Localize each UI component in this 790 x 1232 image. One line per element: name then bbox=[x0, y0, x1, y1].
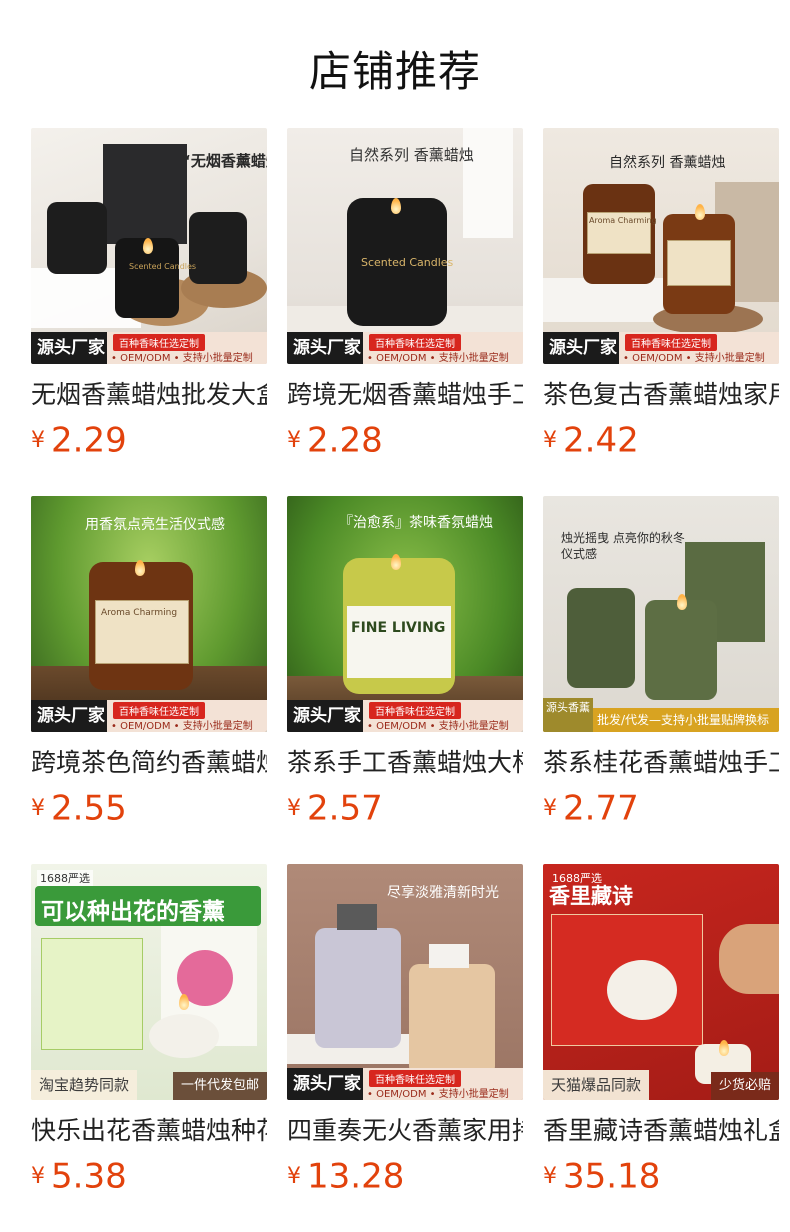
trend-label: 淘宝趋势同款 bbox=[31, 1070, 138, 1100]
product-name[interactable]: 无烟香薰蜡烛批发大盒 bbox=[31, 378, 267, 412]
product-overlay-text: 可以种出花的香薰 bbox=[41, 899, 225, 925]
jar-label: Scented Candles bbox=[129, 262, 197, 271]
factory-badge: 源头厂家 bbox=[31, 332, 111, 364]
product-price: ¥2.57 bbox=[287, 788, 383, 829]
product-card[interactable]: 烛光摇曳 点亮你的秋冬仪式感 批发/代发—支持小批量贴牌换标 源头香薰 茶系桂花… bbox=[543, 496, 779, 829]
product-price: ¥35.18 bbox=[543, 1156, 661, 1197]
product-card[interactable]: 『治愈系』茶味香氛蜡烛 FINE LIVING 源头厂家 百种香味任选定制 • … bbox=[287, 496, 523, 829]
product-price: ¥2.42 bbox=[543, 420, 639, 461]
product-overlay-text: 自然系列 香薰蜡烛 bbox=[349, 146, 474, 164]
shipping-label: 一件代发包邮 bbox=[172, 1072, 267, 1100]
product-name[interactable]: 跨境茶色简约香薰蜡烛 bbox=[31, 746, 267, 780]
product-name[interactable]: 香里藏诗香薰蜡烛礼盒 bbox=[543, 1114, 779, 1148]
product-price: ¥5.38 bbox=[31, 1156, 127, 1197]
factory-badge: 源头厂家 bbox=[287, 1068, 367, 1100]
factory-badge: 源头厂家 bbox=[543, 332, 623, 364]
jar-label: Aroma Charming bbox=[101, 608, 178, 618]
product-price: ¥2.29 bbox=[31, 420, 127, 461]
product-card[interactable]: 香里藏诗 1688严选 天猫爆品同款 少货必赔 香里藏诗香薰蜡烛礼盒 ¥35.1… bbox=[543, 864, 779, 1197]
jar-label: FINE LIVING bbox=[351, 620, 446, 636]
custom-badge: 百种香味任选定制 • OEM/ODM • 支持小批量定制 bbox=[363, 332, 523, 364]
product-card[interactable]: 用香氛点亮生活仪式感 Aroma Charming 源头厂家 百种香味任选定制 … bbox=[31, 496, 267, 829]
product-image[interactable]: 可以种出花的香薰 1688严选 淘宝趋势同款 一件代发包邮 bbox=[31, 864, 267, 1100]
product-price: ¥13.28 bbox=[287, 1156, 405, 1197]
product-price: ¥2.77 bbox=[543, 788, 639, 829]
page-title: 店铺推荐 bbox=[308, 47, 481, 96]
product-overlay-text: 用香氛点亮生活仪式感 bbox=[85, 517, 225, 533]
guarantee-label: 少货必赔 bbox=[710, 1072, 779, 1100]
product-image[interactable]: 尽享淡雅清新时光 源头厂家 百种香味任选定制 • OEM/ODM • 支持小批量… bbox=[287, 864, 523, 1100]
factory-badge: 源头厂家 bbox=[287, 332, 367, 364]
product-overlay-text: “无烟香薰蜡烛” bbox=[181, 152, 267, 170]
product-name[interactable]: 跨境无烟香薰蜡烛手工 bbox=[287, 378, 523, 412]
product-overlay-text: 尽享淡雅清新时光 bbox=[387, 885, 499, 901]
source-tag: 源头香薰 bbox=[543, 698, 593, 732]
product-name[interactable]: 茶系桂花香薰蜡烛手工 bbox=[543, 746, 779, 780]
product-overlay-text: 『治愈系』茶味香氛蜡烛 bbox=[339, 515, 493, 531]
product-image[interactable]: 自然系列 香薰蜡烛 Aroma Charming 源头厂家 百种香味任选定制 •… bbox=[543, 128, 779, 364]
product-image[interactable]: 香里藏诗 1688严选 天猫爆品同款 少货必赔 bbox=[543, 864, 779, 1100]
corner-tag: 1688严选 bbox=[552, 872, 602, 885]
product-card[interactable]: 可以种出花的香薰 1688严选 淘宝趋势同款 一件代发包邮 快乐出花香薰蜡烛种花… bbox=[31, 864, 267, 1197]
jar-label: Scented Candles bbox=[361, 256, 454, 269]
custom-badge: 百种香味任选定制 • OEM/ODM • 支持小批量定制 bbox=[363, 1068, 523, 1100]
trend-label: 天猫爆品同款 bbox=[543, 1070, 650, 1100]
jar-label: Aroma Charming bbox=[589, 216, 657, 225]
product-card[interactable]: 自然系列 香薰蜡烛 Scented Candles 源头厂家 百种香味任选定制 … bbox=[287, 128, 523, 461]
product-name[interactable]: 茶色复古香薰蜡烛家用 bbox=[543, 378, 779, 412]
custom-badge: 百种香味任选定制 • OEM/ODM • 支持小批量定制 bbox=[619, 332, 779, 364]
product-price: ¥2.55 bbox=[31, 788, 127, 829]
custom-badge: 百种香味任选定制 • OEM/ODM • 支持小批量定制 bbox=[107, 332, 267, 364]
product-image[interactable]: 自然系列 香薰蜡烛 Scented Candles 源头厂家 百种香味任选定制 … bbox=[287, 128, 523, 364]
product-overlay-text: 烛光摇曳 点亮你的秋冬仪式感 bbox=[561, 531, 685, 561]
product-card[interactable]: 尽享淡雅清新时光 源头厂家 百种香味任选定制 • OEM/ODM • 支持小批量… bbox=[287, 864, 523, 1197]
product-card[interactable]: 自然系列 香薰蜡烛 Aroma Charming 源头厂家 百种香味任选定制 •… bbox=[543, 128, 779, 461]
product-name[interactable]: 茶系手工香薰蜡烛大杯 bbox=[287, 746, 523, 780]
product-image[interactable]: 『治愈系』茶味香氛蜡烛 FINE LIVING 源头厂家 百种香味任选定制 • … bbox=[287, 496, 523, 732]
product-image[interactable]: 烛光摇曳 点亮你的秋冬仪式感 批发/代发—支持小批量贴牌换标 源头香薰 bbox=[543, 496, 779, 732]
product-image[interactable]: 用香氛点亮生活仪式感 Aroma Charming 源头厂家 百种香味任选定制 … bbox=[31, 496, 267, 732]
product-name[interactable]: 四重奏无火香薰家用持 bbox=[287, 1114, 523, 1148]
custom-badge: 百种香味任选定制 • OEM/ODM • 支持小批量定制 bbox=[107, 700, 267, 732]
product-card[interactable]: “无烟香薰蜡烛” Scented Candles 源头厂家 百种香味任选定制 •… bbox=[31, 128, 267, 461]
product-image[interactable]: “无烟香薰蜡烛” Scented Candles 源头厂家 百种香味任选定制 •… bbox=[31, 128, 267, 364]
factory-badge: 源头厂家 bbox=[31, 700, 111, 732]
factory-badge: 源头厂家 bbox=[287, 700, 367, 732]
corner-tag: 1688严选 bbox=[37, 870, 93, 886]
product-price: ¥2.28 bbox=[287, 420, 383, 461]
product-name[interactable]: 快乐出花香薰蜡烛种花 bbox=[31, 1114, 267, 1148]
custom-badge: 百种香味任选定制 • OEM/ODM • 支持小批量定制 bbox=[363, 700, 523, 732]
product-overlay-text: 自然系列 香薰蜡烛 bbox=[609, 155, 726, 171]
